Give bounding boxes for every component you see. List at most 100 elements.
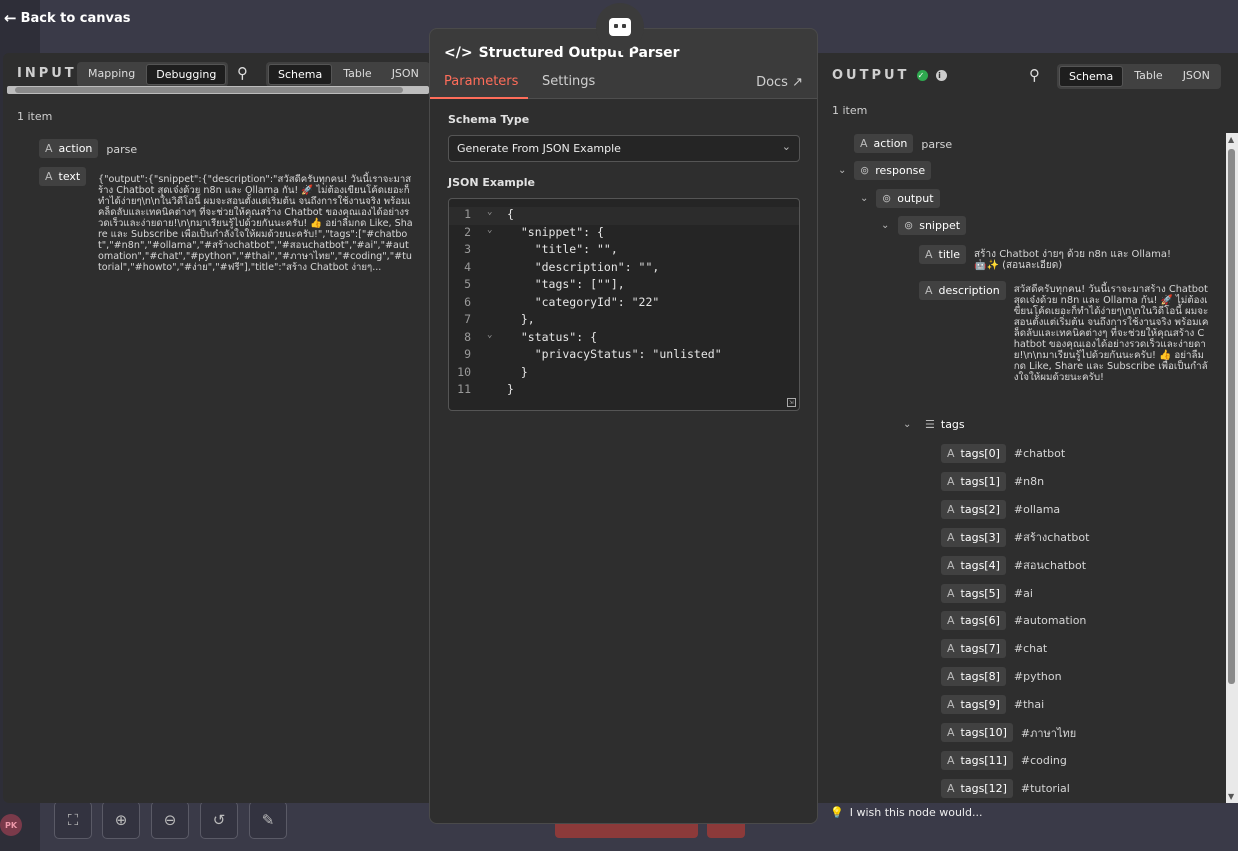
input-title: INPUT [17, 66, 77, 81]
json-example-editor[interactable]: 1 ⌄{2 ⌄ "snippet": {3 "title": "", 4 "descr… [448, 198, 800, 411]
tab-table[interactable]: Table [334, 64, 380, 85]
scroll-down-icon[interactable]: ▼ [1228, 792, 1234, 801]
field-pill[interactable]: Atags[2] [941, 499, 1006, 519]
back-to-canvas-button[interactable]: ← Back to canvas [4, 9, 131, 27]
tab-settings[interactable]: Settings [542, 74, 595, 89]
broom-icon: ✎ [261, 811, 275, 829]
fullscreen-icon: ⛶ [67, 811, 79, 829]
field-key: tags[7] [960, 642, 1000, 656]
string-type-icon: A [947, 586, 955, 600]
field-key: tags[12] [960, 781, 1007, 795]
field-pill[interactable]: Atags[1] [941, 471, 1006, 491]
schema-row-title: Atitle สร้าง Chatbot ง่ายๆ ด้วย n8n และ … [919, 245, 1174, 271]
feedback-link[interactable]: 💡 I wish this node would... [830, 806, 982, 819]
output-panel: OUTPUT ✓ i ⚲ Schema Table JSON 1 item Aa… [818, 53, 1238, 803]
tab-parameters[interactable]: Parameters [444, 74, 518, 89]
field-pill[interactable]: Atags[6] [941, 611, 1006, 631]
field-pill[interactable]: Atags[11] [941, 750, 1013, 770]
field-key: tags[9] [960, 698, 1000, 712]
field-pill[interactable]: Aaction [39, 139, 99, 158]
field-pill[interactable]: ⊚ response [854, 161, 932, 180]
search-icon[interactable]: ⚲ [1029, 66, 1040, 84]
tab-table[interactable]: Table [1125, 66, 1171, 87]
scrollbar-thumb[interactable] [1228, 149, 1235, 684]
list-icon: ☰ [925, 418, 935, 431]
tidy-up-button[interactable]: ✎ [249, 801, 287, 839]
tag-row: Atags[11] #coding [941, 750, 1067, 770]
external-link-icon: ↗ [792, 75, 803, 90]
field-key: output [897, 192, 934, 205]
schema-type-select[interactable]: Generate From JSON Example ⌄ [448, 135, 800, 162]
fold-chevron-icon[interactable]: ⌄ [487, 207, 492, 217]
field-pill[interactable]: Adescription [919, 281, 1006, 300]
field-pill[interactable]: Atags[7] [941, 639, 1006, 659]
code-line: 6 "categoryId": "22" [449, 295, 799, 313]
line-number: 10 [457, 364, 471, 379]
docs-label: Docs [756, 75, 788, 90]
schema-row-action: Aaction parse [39, 139, 137, 158]
tab-debugging[interactable]: Debugging [146, 64, 227, 85]
tab-mapping[interactable]: Mapping [79, 64, 144, 85]
fold-chevron-icon[interactable]: ⌄ [487, 330, 492, 340]
tab-schema[interactable]: Schema [268, 64, 333, 85]
node-title[interactable]: </> Structured Output Parser [444, 45, 680, 61]
chevron-down-icon[interactable]: ⌄ [860, 193, 868, 204]
field-key: action [873, 137, 908, 150]
field-pill[interactable]: Aaction [854, 134, 914, 153]
field-pill[interactable]: Atext [39, 167, 87, 186]
field-key: tags[4] [960, 558, 1000, 572]
field-pill[interactable]: Atags[9] [941, 695, 1006, 715]
field-pill[interactable]: ⊚ snippet [898, 216, 967, 235]
code-line: 4 "description": "", [449, 260, 799, 278]
string-type-icon: A [45, 170, 53, 183]
tab-json[interactable]: JSON [1174, 66, 1219, 87]
horizontal-scrollbar[interactable] [7, 86, 429, 94]
string-type-icon: A [947, 670, 955, 684]
field-key: tags[3] [960, 530, 1000, 544]
field-pill[interactable]: Atitle [919, 245, 967, 264]
field-pill[interactable]: ⊚ output [876, 189, 940, 208]
string-type-icon: A [45, 142, 53, 155]
tab-schema[interactable]: Schema [1059, 66, 1124, 87]
avatar[interactable]: PK [0, 814, 22, 836]
field-key: text [58, 170, 81, 183]
fit-view-button[interactable]: ⛶ [54, 801, 92, 839]
zoom-in-button[interactable]: ⊕ [102, 801, 140, 839]
tag-row: Atags[3] #สร้างchatbot [941, 527, 1089, 547]
scroll-up-icon[interactable]: ▲ [1228, 135, 1234, 144]
chevron-down-icon[interactable]: ⌄ [881, 220, 889, 231]
input-view-tabs: Schema Table JSON [266, 62, 429, 87]
docs-link[interactable]: Docs ↗ [756, 75, 803, 90]
field-pill[interactable]: Atags[5] [941, 583, 1006, 603]
fold-chevron-icon[interactable]: ⌄ [487, 225, 492, 235]
search-icon[interactable]: ⚲ [237, 64, 248, 82]
field-pill[interactable]: Atags[4] [941, 555, 1006, 575]
success-check-icon: ✓ [916, 70, 928, 81]
field-pill[interactable]: Atags[8] [941, 667, 1006, 687]
field-pill[interactable]: Atags[10] [941, 723, 1013, 742]
vertical-scrollbar[interactable]: ▲ ▼ [1226, 133, 1238, 803]
reset-zoom-button[interactable]: ↺ [200, 801, 238, 839]
chevron-down-icon[interactable]: ⌄ [838, 165, 846, 176]
code-text: } [507, 364, 528, 379]
field-pill[interactable]: ☰ tags [919, 415, 971, 434]
field-pill[interactable]: Atags[3] [941, 527, 1006, 547]
code-text: "snippet": { [507, 224, 604, 239]
zoom-out-button[interactable]: ⊖ [151, 801, 189, 839]
field-pill[interactable]: Atags[12] [941, 778, 1013, 798]
field-pill[interactable]: Atags[0] [941, 444, 1006, 463]
node-settings-panel: </> Structured Output Parser Parameters … [429, 28, 818, 824]
info-icon[interactable]: i [935, 70, 947, 81]
tag-row: Atags[10] #ภาษาไทย [941, 723, 1076, 742]
chevron-down-icon[interactable]: ⌄ [903, 419, 911, 430]
string-type-icon: A [947, 558, 955, 572]
tag-row: Atags[4] #สอนchatbot [941, 555, 1086, 575]
code-text: "privacyStatus": "unlisted" [507, 347, 722, 361]
tab-json[interactable]: JSON [383, 64, 428, 85]
string-type-icon: A [947, 447, 955, 460]
tag-row: Atags[5] #ai [941, 583, 1033, 603]
schema-row-output: ⊚ output [876, 189, 940, 208]
chevron-down-icon: ⌄ [781, 140, 791, 153]
scrollbar-thumb[interactable] [15, 87, 403, 93]
resize-handle-icon[interactable]: ⇲ [787, 398, 796, 407]
